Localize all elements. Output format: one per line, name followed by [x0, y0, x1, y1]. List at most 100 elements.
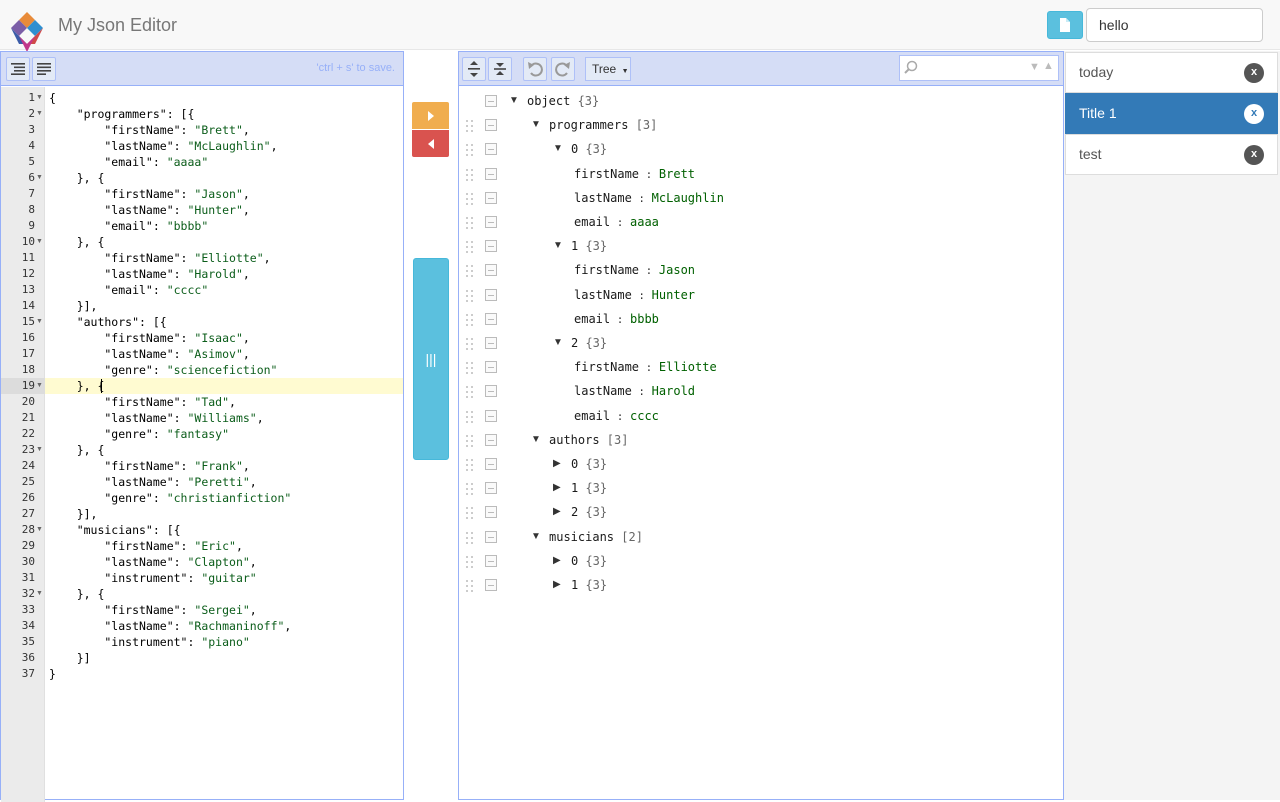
node-field[interactable]: object [527, 94, 570, 108]
node-value[interactable]: Harold [652, 384, 695, 398]
search-previous-icon[interactable]: ▲ [1043, 60, 1054, 72]
new-document-button[interactable] [1047, 11, 1083, 39]
tree-node[interactable]: ▼ 0 {3} [459, 137, 1063, 161]
fold-toggle-icon[interactable]: ▼ [36, 314, 44, 330]
tree-node[interactable]: lastName : McLaughlin [459, 186, 1063, 210]
document-name-input[interactable] [1086, 8, 1263, 42]
context-menu-icon[interactable] [485, 312, 497, 325]
tree-node[interactable]: email : bbbb [459, 307, 1063, 331]
drag-handle-icon[interactable] [465, 482, 475, 496]
close-document-button[interactable]: x [1244, 145, 1264, 165]
fold-toggle-icon[interactable]: ▼ [36, 522, 44, 538]
tree-node[interactable]: ▶ 0 {3} [459, 452, 1063, 476]
context-menu-icon[interactable] [485, 95, 497, 107]
node-field[interactable]: firstName [574, 167, 639, 181]
node-field[interactable]: email [574, 215, 610, 229]
node-field[interactable]: lastName [574, 191, 632, 205]
collapse-arrow-icon[interactable]: ▼ [509, 89, 519, 113]
tree-node[interactable]: firstName : Brett [459, 162, 1063, 186]
node-field[interactable]: lastName [574, 384, 632, 398]
panel-splitter[interactable]: ||| [413, 258, 449, 460]
context-menu-icon[interactable] [485, 288, 497, 301]
node-value[interactable]: Brett [659, 167, 695, 181]
drag-handle-icon[interactable] [465, 240, 475, 254]
tree-node[interactable]: ▼ object {3} [459, 89, 1063, 113]
copy-to-tree-button[interactable] [412, 102, 449, 129]
context-menu-icon[interactable] [485, 167, 497, 180]
node-field[interactable]: firstName [574, 360, 639, 374]
search-next-icon[interactable]: ▼ [1029, 61, 1040, 73]
format-button[interactable] [6, 57, 30, 81]
context-menu-icon[interactable] [485, 191, 497, 204]
drag-handle-icon[interactable] [465, 264, 475, 278]
tree-node[interactable]: ▼ 1 {3} [459, 234, 1063, 258]
fold-toggle-icon[interactable]: ▼ [36, 170, 44, 186]
fold-toggle-icon[interactable]: ▼ [36, 90, 44, 106]
mode-select-button[interactable]: Tree ▼ [585, 57, 631, 81]
drag-handle-icon[interactable] [465, 434, 475, 447]
expand-arrow-icon[interactable]: ▶ [553, 500, 561, 524]
context-menu-icon[interactable] [485, 579, 497, 591]
tree-node[interactable]: lastName : Harold [459, 379, 1063, 403]
context-menu-icon[interactable] [485, 119, 497, 132]
drag-handle-icon[interactable] [465, 579, 475, 592]
undo-button[interactable] [523, 57, 547, 81]
copy-to-code-button[interactable] [412, 130, 449, 157]
tree-node[interactable]: ▼ authors [3] [459, 428, 1063, 452]
document-list-item[interactable]: test x [1065, 134, 1278, 175]
drag-handle-icon[interactable] [465, 143, 475, 157]
context-menu-icon[interactable] [485, 458, 497, 470]
drag-handle-icon[interactable] [465, 192, 475, 205]
context-menu-icon[interactable] [485, 482, 497, 495]
drag-handle-icon[interactable] [465, 506, 475, 520]
fold-toggle-icon[interactable]: ▼ [36, 442, 44, 458]
compact-button[interactable] [32, 57, 56, 81]
drag-handle-icon[interactable] [465, 361, 475, 375]
node-value[interactable]: Elliotte [659, 360, 717, 374]
tree-node[interactable]: firstName : Elliotte [459, 355, 1063, 379]
node-field[interactable]: email [574, 409, 610, 423]
context-menu-icon[interactable] [485, 240, 497, 253]
drag-handle-icon[interactable] [465, 313, 475, 326]
expand-all-button[interactable] [462, 57, 486, 81]
drag-handle-icon[interactable] [465, 289, 475, 302]
code-text-area[interactable]: { "programmers": [{ "firstName": "Brett"… [45, 87, 403, 802]
drag-handle-icon[interactable] [465, 216, 475, 229]
expand-arrow-icon[interactable]: ▶ [553, 452, 561, 476]
tree-node[interactable]: ▶ 2 {3} [459, 500, 1063, 524]
collapse-arrow-icon[interactable]: ▼ [531, 113, 541, 137]
close-document-button[interactable]: x [1244, 104, 1264, 124]
node-value[interactable]: Hunter [652, 288, 695, 302]
node-field[interactable]: authors [549, 433, 600, 447]
fold-toggle-icon[interactable]: ▼ [36, 586, 44, 602]
context-menu-icon[interactable] [485, 385, 497, 398]
context-menu-icon[interactable] [485, 433, 497, 446]
node-field[interactable]: email [574, 312, 610, 326]
drag-handle-icon[interactable] [465, 458, 475, 471]
tree-search-box[interactable]: ▼ ▲ [899, 55, 1059, 81]
close-document-button[interactable]: x [1244, 63, 1264, 83]
drag-handle-icon[interactable] [465, 119, 475, 133]
fold-toggle-icon[interactable]: ▼ [36, 106, 44, 122]
node-field[interactable]: lastName [574, 288, 632, 302]
tree-node[interactable]: ▶ 1 {3} [459, 573, 1063, 597]
document-list-item[interactable]: Title 1 x [1065, 93, 1278, 134]
context-menu-icon[interactable] [485, 143, 497, 156]
node-field[interactable]: musicians [549, 530, 614, 544]
tree-node[interactable]: ▼ programmers [3] [459, 113, 1063, 137]
node-value[interactable]: bbbb [630, 312, 659, 326]
tree-node[interactable]: ▼ 2 {3} [459, 331, 1063, 355]
collapse-arrow-icon[interactable]: ▼ [531, 525, 541, 549]
tree-node[interactable]: ▼ musicians [2] [459, 525, 1063, 549]
tree-node[interactable]: firstName : Jason [459, 258, 1063, 282]
collapse-arrow-icon[interactable]: ▼ [553, 331, 563, 355]
collapse-all-button[interactable] [488, 57, 512, 81]
tree-node[interactable]: ▶ 0 {3} [459, 549, 1063, 573]
context-menu-icon[interactable] [485, 216, 497, 228]
drag-handle-icon[interactable] [465, 168, 475, 181]
context-menu-icon[interactable] [485, 264, 497, 277]
context-menu-icon[interactable] [485, 506, 497, 519]
tree-node[interactable]: email : aaaa [459, 210, 1063, 234]
collapse-arrow-icon[interactable]: ▼ [531, 428, 541, 452]
context-menu-icon[interactable] [485, 554, 497, 567]
